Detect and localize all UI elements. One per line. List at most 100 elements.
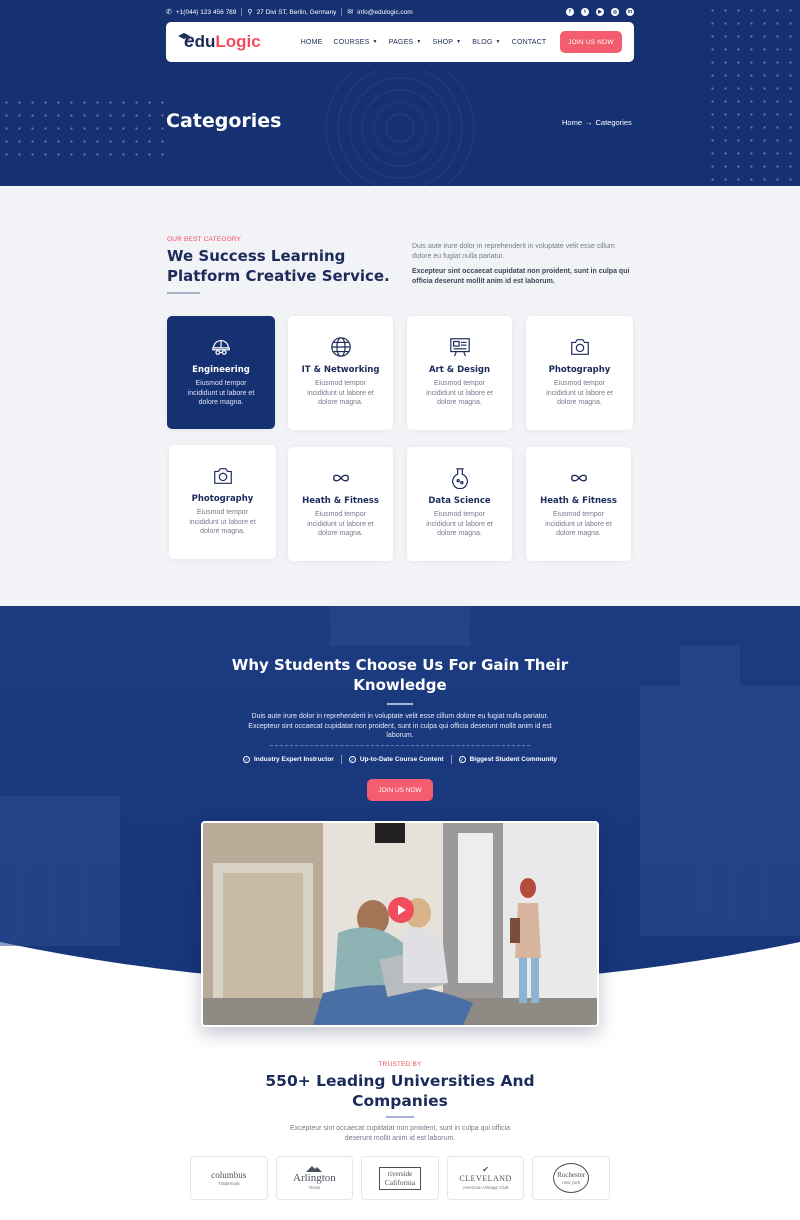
facebook-icon[interactable]: f — [566, 8, 574, 16]
categories-heading: We Success Learning Platform Creative Se… — [167, 247, 390, 285]
engineer-helmet-icon — [212, 340, 230, 355]
card-title: Data Science — [428, 496, 491, 506]
feature-list: ✓ Industry Expert Instructor ✓ Up-to-Dat… — [200, 755, 600, 764]
camera-icon — [213, 468, 232, 484]
divider — [450, 755, 452, 764]
feature-label: Biggest Student Community — [469, 756, 557, 763]
decorative-dots-left — [0, 96, 170, 166]
partner-sub: American Vintage Club — [462, 1185, 509, 1190]
category-card-heath-fitness[interactable]: Heath & Fitness Eiusmod tempor incididun… — [288, 447, 393, 561]
nav-home[interactable]: HOME — [301, 39, 323, 46]
card-text: Eiusmod tempor incididunt ut labore et d… — [545, 511, 612, 537]
partner-logo-arlington[interactable]: Arlington Texas — [275, 1156, 354, 1200]
chevron-down-icon: ▼ — [456, 39, 462, 45]
partner-name: riverside — [387, 1169, 413, 1178]
card-title: Engineering — [192, 365, 250, 375]
nav-shop[interactable]: SHOP ▼ — [432, 39, 461, 46]
partner-logo-rochester[interactable]: Rochester new york — [532, 1156, 610, 1200]
breadcrumb: Home → Categories — [562, 118, 632, 127]
email-info[interactable]: ✉ info@edulogic.com — [347, 8, 413, 17]
play-button[interactable] — [388, 897, 414, 923]
partner-sub: Trademark — [218, 1181, 240, 1186]
decorative-rings — [325, 70, 475, 186]
feature-label: Up-to-Date Course Content — [359, 756, 444, 763]
infinity-icon — [332, 474, 349, 482]
social-links: f t ▶ ◎ in — [566, 8, 634, 16]
twitter-icon[interactable]: t — [581, 8, 589, 16]
join-us-button[interactable]: JOIN US NOW — [560, 31, 622, 53]
check-circle-icon: ✓ — [458, 756, 466, 763]
infinity-icon — [570, 474, 587, 482]
trusted-description: Excepteur sint occaecat cupidatat non pr… — [289, 1125, 511, 1142]
card-text: Eiusmod tempor incididunt ut labore et d… — [307, 511, 374, 537]
check-circle-icon: ✓ — [348, 756, 356, 763]
nav-blog[interactable]: BLOG ▼ — [472, 39, 500, 46]
category-card-photography[interactable]: Photography Eiusmod tempor incididunt ut… — [169, 445, 276, 559]
camera-icon — [570, 339, 589, 355]
partner-logo-columbus[interactable]: columbus Trademark — [190, 1156, 268, 1200]
logo-text-du: du — [194, 32, 216, 51]
partner-name: Arlington — [293, 1172, 336, 1184]
card-text: Eiusmod tempor incididunt ut labore et d… — [426, 511, 493, 537]
card-title: IT & Networking — [301, 365, 380, 375]
page-hero: ✆ +1(044) 123 456 789 ⚲ 27 Divi ST, Berl… — [0, 0, 800, 186]
card-text: Eiusmod tempor incididunt ut labore et d… — [546, 380, 613, 406]
phone-icon: ✆ — [166, 9, 172, 16]
nav-label: COURSES — [333, 38, 370, 46]
play-icon — [398, 905, 406, 915]
category-card-heath-fitness[interactable]: Heath & Fitness Eiusmod tempor incididun… — [526, 447, 631, 561]
breadcrumb-home[interactable]: Home — [562, 118, 582, 127]
video-thumbnail[interactable] — [201, 821, 599, 1027]
checkmark-icon: ✔ — [482, 1165, 489, 1174]
card-text: Eiusmod tempor incididunt ut labore et d… — [426, 380, 493, 406]
category-card-data-science[interactable]: Data Science Eiusmod tempor incididunt u… — [407, 447, 512, 561]
main-nav: HOME COURSES ▼ PAGES ▼ SHOP ▼ BLOG ▼ CONTACT — [301, 39, 547, 46]
nav-label: HOME — [300, 38, 323, 46]
students-photo — [203, 823, 597, 1025]
chevron-down-icon: ▼ — [416, 39, 422, 45]
partner-logo-cleveland[interactable]: ✔ CLEVELAND American Vintage Club — [446, 1156, 525, 1200]
nav-pages[interactable]: PAGES ▼ — [389, 39, 422, 46]
partner-sub: Texas — [308, 1185, 321, 1190]
top-bar: ✆ +1(044) 123 456 789 ⚲ 27 Divi ST, Berl… — [166, 6, 634, 18]
trusted-eyebrow: TRUSTED BY — [378, 1061, 422, 1068]
categories-description: Duis aute irure dolor in reprehenderit i… — [412, 243, 615, 260]
partner-frame: riverside California — [378, 1166, 422, 1190]
instagram-icon[interactable]: ◎ — [611, 8, 619, 16]
decorative-dots-right — [706, 4, 800, 186]
categories-description-bold: Excepteur sint occaecat cupidatat non pr… — [412, 268, 630, 285]
feature-label: Industry Expert Instructor — [254, 756, 334, 763]
card-title: Heath & Fitness — [540, 496, 617, 506]
logo-letter-e: e — [184, 31, 195, 52]
category-card-engineering[interactable]: Engineering Eiusmod tempor incididunt ut… — [167, 316, 275, 429]
check-circle-icon: ✓ — [243, 756, 250, 763]
category-card-photography[interactable]: Photography Eiusmod tempor incididunt ut… — [526, 316, 633, 430]
phone-info[interactable]: ✆ +1(044) 123 456 789 — [166, 8, 236, 17]
logo-text-logic: Logic — [215, 32, 261, 51]
feature-item: ✓ Industry Expert Instructor — [243, 756, 334, 763]
card-text: Eiusmod tempor incididunt ut labore et d… — [189, 509, 256, 535]
partner-name: CLEVELAND — [459, 1174, 512, 1183]
breadcrumb-current: Categories — [595, 118, 632, 127]
nav-label: PAGES — [388, 38, 414, 46]
partner-logo-riverside[interactable]: riverside California — [361, 1156, 439, 1200]
linkedin-icon[interactable]: in — [626, 8, 634, 16]
map-pin-icon: ⚲ — [247, 9, 253, 16]
site-logo[interactable]: e du Logic — [178, 31, 261, 53]
join-us-button[interactable]: JOIN US NOW — [367, 779, 433, 801]
nav-courses[interactable]: COURSES ▼ — [334, 39, 378, 46]
main-navbar: e du Logic HOME COURSES ▼ PAGES ▼ SHOP ▼ BL… — [166, 22, 634, 62]
nav-contact[interactable]: CONTACT — [512, 39, 547, 46]
category-card-it-networking[interactable]: IT & Networking Eiusmod tempor incididun… — [288, 316, 393, 430]
partner-sub: California — [384, 1177, 416, 1187]
category-card-art-design[interactable]: Art & Design Eiusmod tempor incididunt u… — [407, 316, 512, 430]
youtube-icon[interactable]: ▶ — [596, 8, 604, 16]
chevron-down-icon: ▼ — [372, 39, 378, 45]
partner-logos: columbus Trademark Arlington Texas river… — [190, 1156, 610, 1200]
categories-eyebrow: OUR BEST CATEGORY — [167, 236, 242, 243]
badge-circle: Rochester new york — [553, 1163, 590, 1193]
partner-name: Rochester — [557, 1171, 586, 1179]
email-text: info@edulogic.com — [357, 8, 413, 16]
feature-item: ✓ Up-to-Date Course Content — [348, 756, 444, 763]
card-text: Eiusmod tempor incididunt ut labore et d… — [187, 380, 255, 406]
